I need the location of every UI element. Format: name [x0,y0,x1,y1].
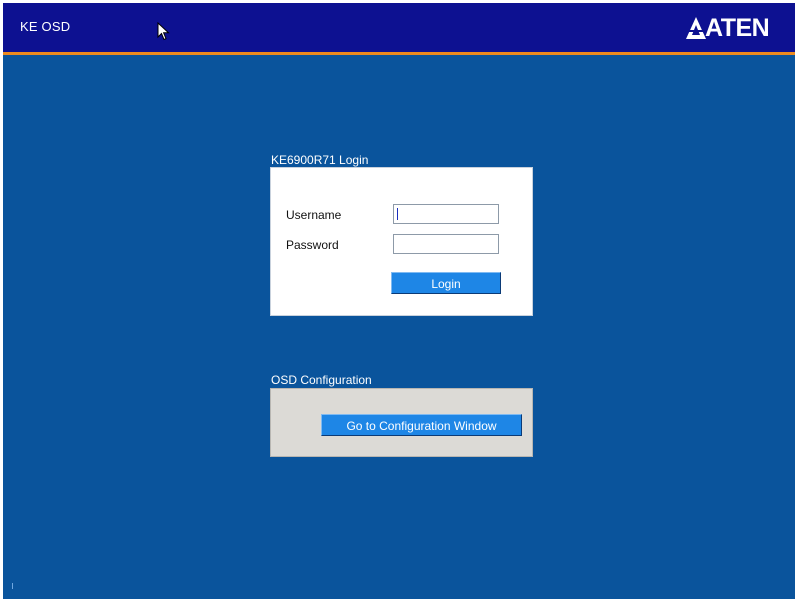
config-section-title: OSD Configuration [271,373,372,387]
login-panel: Username Password Login [270,167,533,316]
brand-name: ATEN [705,14,770,42]
username-field[interactable] [393,204,499,224]
aten-triangle-logo-icon [686,17,706,39]
top-bar: KE OSD ATEN [3,3,795,55]
go-to-configuration-button[interactable]: Go to Configuration Window [321,414,522,436]
password-label: Password [286,238,339,252]
brand-logo: ATEN [685,14,770,42]
login-button[interactable]: Login [391,272,501,294]
login-section-title: KE6900R71 Login [271,153,369,167]
mouse-pointer-icon [157,22,170,41]
config-panel: Go to Configuration Window [270,388,533,457]
username-label: Username [286,208,342,222]
app-title: KE OSD [20,19,71,34]
corner-marker [12,583,13,589]
password-field[interactable] [393,234,499,254]
osd-screen: KE OSD ATEN KE6900R71 Login Username Pas… [3,3,795,599]
text-caret [397,208,398,220]
